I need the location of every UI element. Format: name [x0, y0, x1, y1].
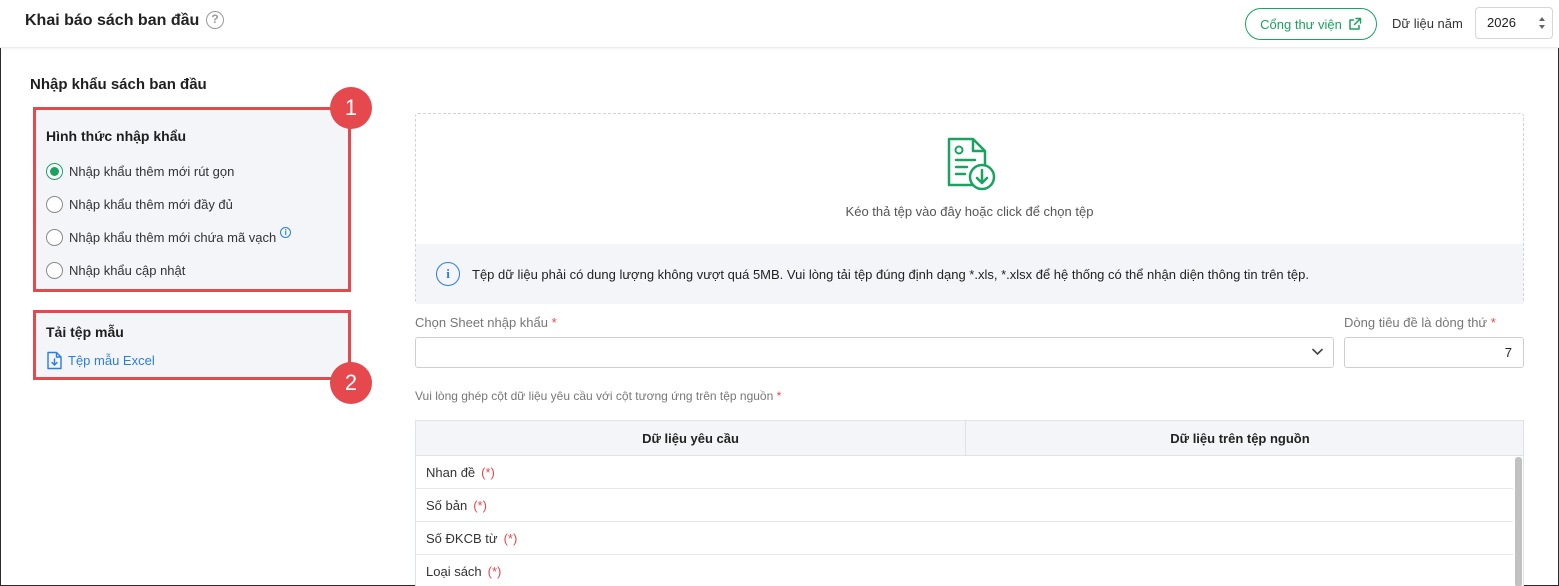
radio-button-checked[interactable] [46, 163, 63, 180]
template-title: Tải tệp mẫu [46, 324, 124, 340]
required-mark: (*) [503, 531, 518, 546]
table-row[interactable]: Nhan đề (*) [416, 456, 1513, 489]
radio-option-barcode[interactable]: Nhập khẩu thêm mới chứa mã vạch i [46, 227, 292, 246]
row-field-name: Loại sách [426, 564, 482, 579]
radio-option-update[interactable]: Nhập khẩu cập nhật [46, 262, 185, 279]
table-row[interactable]: Loại sách (*) [416, 555, 1513, 586]
radio-button[interactable] [46, 229, 63, 246]
template-panel: Tải tệp mẫu Tệp mẫu Excel [33, 310, 351, 380]
file-download-icon [47, 351, 62, 370]
required-mark: (*) [481, 465, 495, 480]
library-portal-button[interactable]: Cổng thư viện [1245, 8, 1377, 40]
sheet-select[interactable] [415, 337, 1334, 368]
radio-label: Nhập khẩu thêm mới chứa mã vạch [69, 230, 277, 245]
section-title: Nhập khẩu sách ban đầu [30, 76, 207, 93]
header-row-label: Dòng tiêu đề là dòng thứ * [1344, 315, 1496, 330]
chevron-down-icon [1312, 348, 1323, 356]
portal-button-label: Cổng thư viện [1260, 16, 1342, 32]
sheet-select-label: Chọn Sheet nhập khẩu * [415, 315, 557, 330]
info-icon: i [436, 262, 460, 286]
page-title: Khai báo sách ban đầu [25, 12, 200, 29]
dropzone-hint: Kéo thả tệp vào đây hoặc click để chọn t… [845, 204, 1094, 219]
required-mark: (*) [487, 564, 502, 579]
row-field-name: Số ĐKCB từ [426, 531, 498, 546]
file-dropzone[interactable]: Kéo thả tệp vào đây hoặc click để chọn t… [415, 113, 1524, 304]
radio-label: Nhập khẩu thêm mới đầy đủ [69, 197, 233, 212]
top-bar: Khai báo sách ban đầu ? Cổng thư viện Dữ… [0, 0, 1559, 48]
excel-template-link[interactable]: Tệp mẫu Excel [46, 351, 155, 370]
year-stepper[interactable]: 2026 [1475, 7, 1553, 39]
file-requirements-note: i Tệp dữ liệu phải có dung lượng không v… [416, 244, 1523, 304]
external-link-icon [1349, 17, 1362, 30]
template-link-label: Tệp mẫu Excel [68, 353, 155, 368]
column-header-source: Dữ liệu trên tệp nguồn [1170, 431, 1310, 446]
spinner-arrows-icon[interactable] [1538, 15, 1546, 31]
radio-option-short[interactable]: Nhập khẩu thêm mới rút gọn [46, 163, 234, 180]
radio-label: Nhập khẩu thêm mới rút gọn [69, 164, 235, 179]
table-row[interactable]: Số bản (*) [416, 489, 1513, 522]
file-download-icon [947, 137, 996, 191]
table-row[interactable]: Số ĐKCB từ (*) [416, 522, 1513, 555]
required-mark: (*) [473, 498, 487, 513]
mapping-label: Vui lòng ghép cột dữ liệu yêu cầu với cộ… [415, 389, 782, 403]
step-badge-2: 2 [330, 362, 372, 404]
table-header: Dữ liệu yêu cầu Dữ liệu trên tệp nguồn [416, 421, 1523, 456]
info-icon[interactable]: i [280, 227, 292, 238]
import-type-panel: Hình thức nhập khẩu Nhập khẩu thêm mới r… [33, 107, 351, 292]
radio-option-full[interactable]: Nhập khẩu thêm mới đầy đủ [46, 196, 233, 213]
column-header-required: Dữ liệu yêu cầu [416, 421, 966, 456]
header-row-input[interactable]: 7 [1344, 337, 1524, 368]
import-type-title: Hình thức nhập khẩu [46, 128, 187, 144]
year-value: 2026 [1487, 15, 1516, 30]
year-label: Dữ liệu năm [1392, 16, 1463, 31]
table-scrollbar[interactable] [1515, 457, 1522, 586]
row-field-name: Nhan đề [426, 465, 476, 480]
step-badge-1: 1 [330, 87, 372, 129]
radio-button[interactable] [46, 196, 63, 213]
radio-label: Nhập khẩu cập nhật [69, 263, 186, 278]
question-circle-icon[interactable]: ? [206, 11, 224, 29]
column-mapping-table: Dữ liệu yêu cầu Dữ liệu trên tệp nguồn N… [415, 420, 1524, 586]
row-field-name: Số bản [426, 498, 468, 513]
note-text: Tệp dữ liệu phải có dung lượng không vượ… [472, 267, 1309, 282]
radio-button[interactable] [46, 262, 63, 279]
